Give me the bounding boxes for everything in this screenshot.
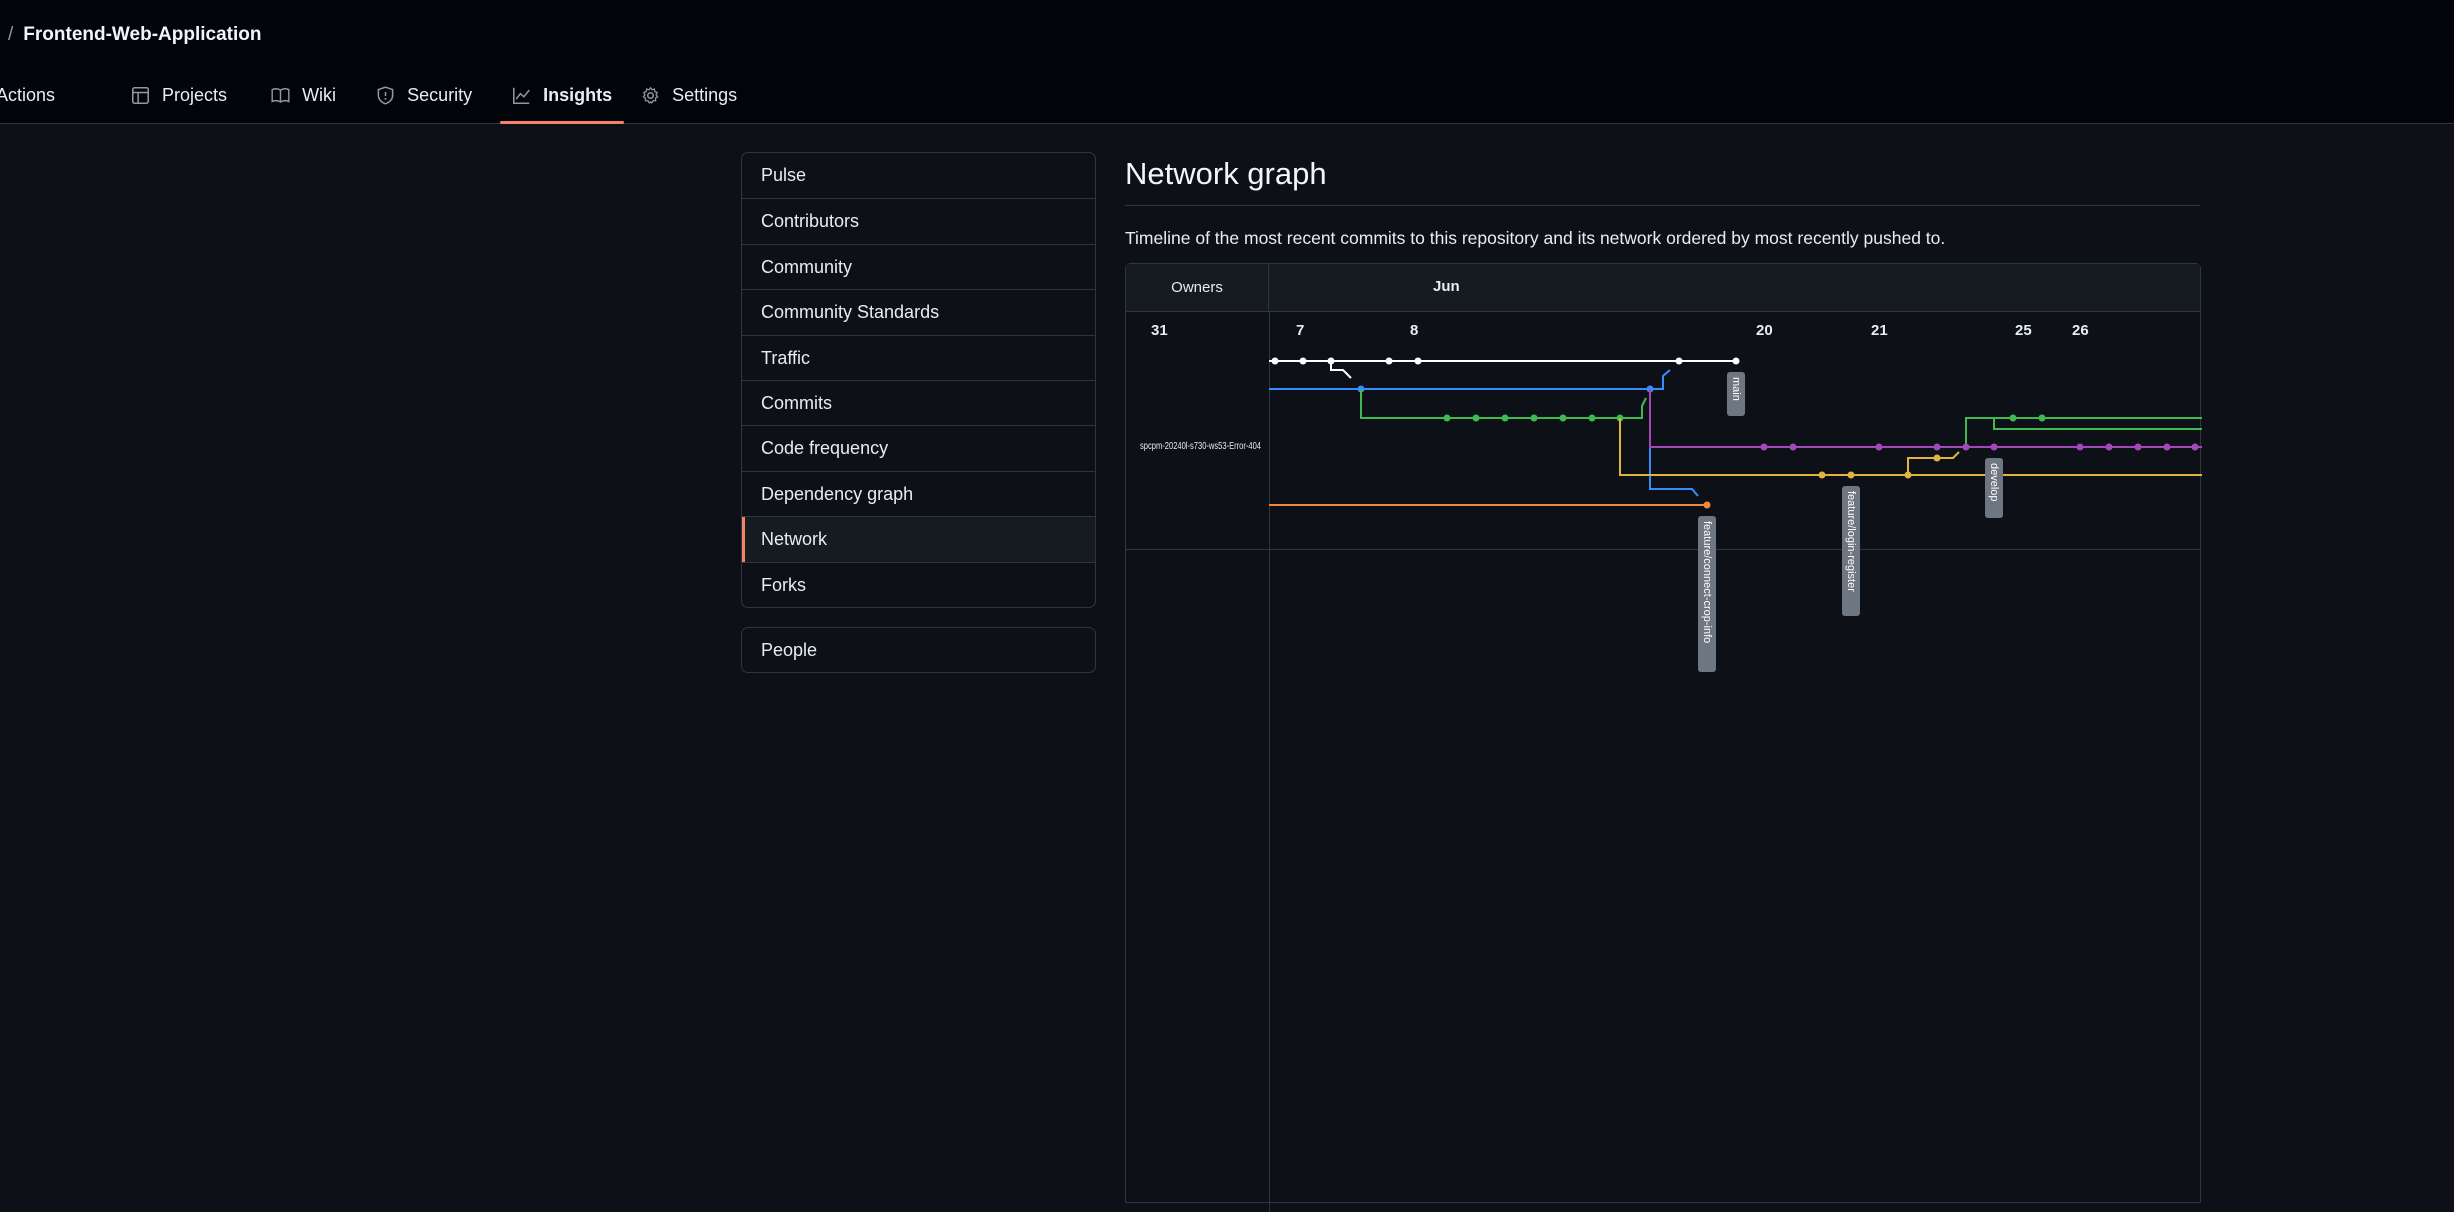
merge-connector <box>1907 451 1960 475</box>
menu-item-community-standards[interactable]: Community Standards <box>742 289 1095 334</box>
commit-dot[interactable] <box>1703 501 1711 509</box>
tab-label: Settings <box>672 84 738 105</box>
book-icon <box>271 87 290 103</box>
insights-menu: Pulse Contributors Community Community S… <box>741 152 1096 608</box>
commit-dot[interactable] <box>1962 443 1970 451</box>
commit-dot[interactable] <box>1732 357 1740 365</box>
branch-label-text: feature/connect-crop-info <box>1701 521 1713 643</box>
merge-connector <box>1649 389 1699 497</box>
branch-label-develop[interactable]: develop <box>1985 458 2003 518</box>
tab-wiki[interactable]: Wiki <box>259 76 348 114</box>
commit-dot[interactable] <box>2163 443 2171 451</box>
tab-label: Projects <box>162 84 228 105</box>
branch-label-login-register[interactable]: feature/login-register <box>1842 486 1860 616</box>
page-description: Timeline of the most recent commits to t… <box>1125 228 1946 248</box>
repo-tabs: Actions Projects Wiki Security Insights … <box>0 76 749 124</box>
commit-dot[interactable] <box>1675 357 1683 365</box>
tab-security[interactable]: Security <box>364 76 484 114</box>
title-divider <box>1125 205 2200 206</box>
network-graph[interactable]: Owners Jun spcpm-20240l-s730-ws53-Error-… <box>1125 263 2202 1212</box>
commit-dot[interactable] <box>1847 471 1855 479</box>
menu-item-community[interactable]: Community <box>742 243 1095 289</box>
commit-dot[interactable] <box>1472 414 1480 422</box>
branch-label-connect-crop-info[interactable]: feature/connect-crop-info <box>1698 516 1716 672</box>
commit-dot[interactable] <box>2038 414 2046 422</box>
branch-label-text: feature/login-register <box>1845 491 1857 592</box>
shield-icon <box>377 85 394 105</box>
tab-label: Insights <box>543 84 613 105</box>
commit-dot[interactable] <box>1789 443 1797 451</box>
branch-line-green <box>1993 418 2202 430</box>
merge-connector <box>1330 361 1352 379</box>
tab-label: Wiki <box>302 84 337 105</box>
commit-dot[interactable] <box>1904 471 1912 479</box>
commit-dot[interactable] <box>2134 443 2142 451</box>
repo-header: / Frontend-Web-Application Actions Proje… <box>0 0 2454 124</box>
menu-item-forks[interactable]: Forks <box>742 561 1095 607</box>
commit-dot[interactable] <box>2076 443 2084 451</box>
tab-label: Actions <box>0 84 56 105</box>
commit-dot[interactable] <box>1760 443 1768 451</box>
commit-dot[interactable] <box>1327 357 1335 365</box>
commit-dot[interactable] <box>1299 357 1307 365</box>
menu-item-pulse[interactable]: Pulse <box>742 153 1095 198</box>
breadcrumb-separator: / <box>8 24 14 45</box>
tab-settings[interactable]: Settings <box>629 76 749 114</box>
menu-item-network[interactable]: Network <box>742 516 1095 562</box>
commit-dot[interactable] <box>2105 443 2113 451</box>
menu-item-contributors[interactable]: Contributors <box>742 198 1095 243</box>
commit-dot[interactable] <box>1875 443 1883 451</box>
page-title: Network graph <box>1125 156 1327 191</box>
tab-projects[interactable]: Projects <box>123 76 239 114</box>
tab-actions[interactable]: Actions <box>0 76 67 114</box>
menu-item-commits[interactable]: Commits <box>742 379 1095 425</box>
commit-dot[interactable] <box>1385 357 1393 365</box>
menu-item-code-frequency[interactable]: Code frequency <box>742 425 1095 470</box>
commit-dot[interactable] <box>1990 443 1998 451</box>
breadcrumb: / Frontend-Web-Application <box>8 24 261 46</box>
tab-insights[interactable]: Insights <box>500 76 625 124</box>
commit-dot[interactable] <box>2191 443 2199 451</box>
commit-dot[interactable] <box>1818 471 1826 479</box>
repo-name-link[interactable]: Frontend-Web-Application <box>23 24 261 46</box>
commit-graph[interactable]: main feature/connect-crop-info feature/l… <box>1126 264 2202 1204</box>
commit-dot[interactable] <box>1588 414 1596 422</box>
tab-label: Security <box>407 84 473 105</box>
commit-dot[interactable] <box>1530 414 1538 422</box>
branch-line-green <box>1965 417 2202 447</box>
commit-dot[interactable] <box>1559 414 1567 422</box>
commit-dot[interactable] <box>1443 414 1451 422</box>
menu-item-dependency-graph[interactable]: Dependency graph <box>742 470 1095 516</box>
branch-label-main[interactable]: main <box>1727 372 1745 416</box>
gear-icon <box>642 86 659 104</box>
commit-dot[interactable] <box>2009 414 2017 422</box>
commit-dot[interactable] <box>1271 357 1279 365</box>
menu-item-people[interactable]: People <box>741 627 1096 673</box>
menu-item-traffic[interactable]: Traffic <box>742 334 1095 380</box>
graph-icon <box>513 87 530 104</box>
commit-dot[interactable] <box>1501 414 1509 422</box>
branch-label-text: main <box>1730 377 1742 401</box>
branch-label-text: develop <box>1988 463 2000 502</box>
commit-dot[interactable] <box>1933 443 1941 451</box>
branch-line-green <box>1360 389 1647 419</box>
merge-connector <box>1650 369 1671 390</box>
commit-dot[interactable] <box>1933 454 1941 462</box>
table-icon <box>132 86 150 104</box>
commit-dot[interactable] <box>1414 357 1422 365</box>
